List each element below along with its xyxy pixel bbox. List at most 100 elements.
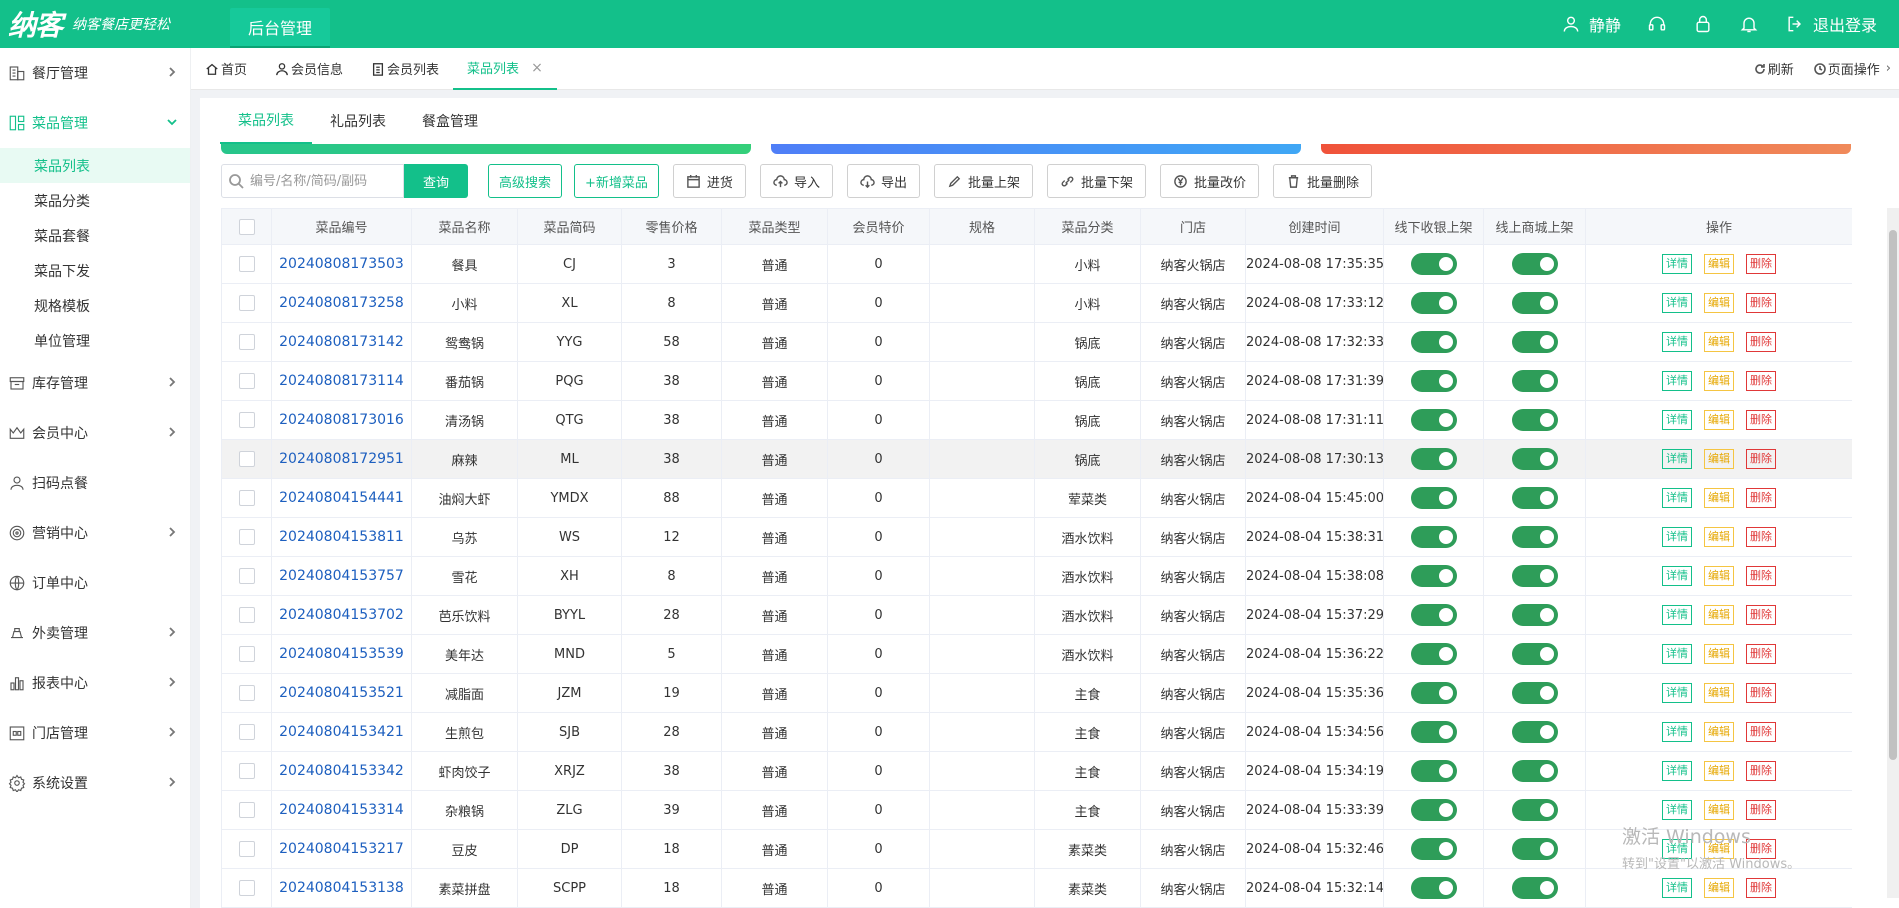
offline-shelf-toggle[interactable] <box>1410 526 1457 548</box>
online-shelf-toggle[interactable] <box>1511 877 1558 899</box>
offline-shelf-toggle[interactable] <box>1410 292 1457 314</box>
row-checkbox[interactable] <box>238 802 255 818</box>
delete-button[interactable]: 删除 <box>1746 527 1776 547</box>
delete-button[interactable]: 删除 <box>1746 410 1776 430</box>
select-all-checkbox[interactable] <box>238 218 255 235</box>
detail-button[interactable]: 详情 <box>1662 800 1692 820</box>
submenu-dish-distribute[interactable]: 菜品下发 <box>0 253 190 288</box>
offline-shelf-toggle[interactable] <box>1410 448 1457 470</box>
edit-button[interactable]: 编辑 <box>1704 605 1734 625</box>
scrollbar-thumb[interactable] <box>1889 230 1897 760</box>
offline-shelf-toggle[interactable] <box>1410 487 1457 509</box>
page-ops-button[interactable]: 页面操作 › <box>1813 59 1891 78</box>
delete-button[interactable]: 删除 <box>1746 566 1776 586</box>
table-row[interactable]: 20240808173258 小料 XL 8 普通 0 小料 纳客火锅店 2024-08-08 … <box>221 283 1852 323</box>
edit-button[interactable]: 编辑 <box>1704 800 1734 820</box>
subtab-gift-list[interactable]: 礼品列表 <box>312 98 404 144</box>
detail-button[interactable]: 详情 <box>1662 605 1692 625</box>
offline-shelf-toggle[interactable] <box>1410 721 1457 743</box>
detail-button[interactable]: 详情 <box>1662 722 1692 742</box>
cell-code[interactable]: 20240808173142 <box>271 322 412 362</box>
edit-button[interactable]: 编辑 <box>1704 722 1734 742</box>
table-row[interactable]: 20240804153314 杂粮锅 ZLG 39 普通 0 主食 纳客火锅店 2024-08-… <box>221 790 1852 830</box>
detail-button[interactable]: 详情 <box>1662 293 1692 313</box>
stock-in-button[interactable]: 进货 <box>672 164 746 198</box>
sidebar-item-inventory[interactable]: 库存管理 <box>0 358 190 408</box>
add-dish-button[interactable]: +新增菜品 <box>574 164 659 198</box>
offline-shelf-toggle[interactable] <box>1410 370 1457 392</box>
table-row[interactable]: 20240808173142 鸳鸯锅 YYG 58 普通 0 锅底 纳客火锅店 2024-08-… <box>221 322 1852 362</box>
submenu-unit-manage[interactable]: 单位管理 <box>0 323 190 358</box>
sidebar-item-settings[interactable]: 系统设置 <box>0 758 190 808</box>
cell-code[interactable]: 20240804153342 <box>271 751 412 791</box>
online-shelf-toggle[interactable] <box>1511 838 1558 860</box>
sidebar-item-orders[interactable]: 订单中心 <box>0 558 190 608</box>
offline-shelf-toggle[interactable] <box>1410 877 1457 899</box>
detail-button[interactable]: 详情 <box>1662 449 1692 469</box>
online-shelf-toggle[interactable] <box>1511 604 1558 626</box>
cell-code[interactable]: 20240808173016 <box>271 400 412 440</box>
row-checkbox[interactable] <box>238 373 255 389</box>
row-checkbox[interactable] <box>238 568 255 584</box>
detail-button[interactable]: 详情 <box>1662 683 1692 703</box>
edit-button[interactable]: 编辑 <box>1704 488 1734 508</box>
refresh-button[interactable]: 刷新 <box>1754 59 1794 78</box>
row-checkbox[interactable] <box>238 763 255 779</box>
tab-home[interactable]: 首页 <box>191 48 261 90</box>
detail-button[interactable]: 详情 <box>1662 878 1692 898</box>
delete-button[interactable]: 删除 <box>1746 254 1776 274</box>
offline-shelf-toggle[interactable] <box>1410 838 1457 860</box>
table-row[interactable]: 20240808173016 清汤锅 QTG 38 普通 0 锅底 纳客火锅店 2024-08-… <box>221 400 1852 440</box>
delete-button[interactable]: 删除 <box>1746 878 1776 898</box>
notification-button[interactable] <box>1739 14 1759 34</box>
row-checkbox[interactable] <box>238 724 255 740</box>
online-shelf-toggle[interactable] <box>1511 409 1558 431</box>
cell-code[interactable]: 20240804153217 <box>271 829 412 869</box>
delete-button[interactable]: 删除 <box>1746 332 1776 352</box>
detail-button[interactable]: 详情 <box>1662 761 1692 781</box>
cell-code[interactable]: 20240804154441 <box>271 478 412 518</box>
delete-button[interactable]: 删除 <box>1746 644 1776 664</box>
detail-button[interactable]: 详情 <box>1662 254 1692 274</box>
online-shelf-toggle[interactable] <box>1511 799 1558 821</box>
submenu-dish-set[interactable]: 菜品套餐 <box>0 218 190 253</box>
table-row[interactable]: 20240808173503 餐具 CJ 3 普通 0 小料 纳客火锅店 2024-08-08 … <box>221 244 1852 284</box>
row-checkbox[interactable] <box>238 334 255 350</box>
row-checkbox[interactable] <box>238 412 255 428</box>
online-shelf-toggle[interactable] <box>1511 487 1558 509</box>
edit-button[interactable]: 编辑 <box>1704 878 1734 898</box>
cell-code[interactable]: 20240804153314 <box>271 790 412 830</box>
cell-code[interactable]: 20240804153539 <box>271 634 412 674</box>
edit-button[interactable]: 编辑 <box>1704 293 1734 313</box>
edit-button[interactable]: 编辑 <box>1704 449 1734 469</box>
table-row[interactable]: 20240804153421 生煎包 SJB 28 普通 0 主食 纳客火锅店 2024-08-… <box>221 712 1852 752</box>
tab-dish-list[interactable]: 菜品列表 × <box>453 48 557 90</box>
cell-code[interactable]: 20240804153702 <box>271 595 412 635</box>
close-icon[interactable]: × <box>531 60 543 76</box>
detail-button[interactable]: 详情 <box>1662 488 1692 508</box>
offline-shelf-toggle[interactable] <box>1410 799 1457 821</box>
detail-button[interactable]: 详情 <box>1662 332 1692 352</box>
row-checkbox[interactable] <box>238 841 255 857</box>
batch-delete-button[interactable]: 批量删除 <box>1273 164 1373 198</box>
offline-shelf-toggle[interactable] <box>1410 253 1457 275</box>
sidebar-item-dishes[interactable]: 菜品管理 <box>0 98 190 148</box>
online-shelf-toggle[interactable] <box>1511 682 1558 704</box>
row-checkbox[interactable] <box>238 880 255 896</box>
delete-button[interactable]: 删除 <box>1746 488 1776 508</box>
subtab-box-manage[interactable]: 餐盒管理 <box>404 98 496 144</box>
cell-code[interactable]: 20240808172951 <box>271 439 412 479</box>
search-input[interactable] <box>248 172 398 190</box>
sidebar-item-takeout[interactable]: 外卖管理 <box>0 608 190 658</box>
edit-button[interactable]: 编辑 <box>1704 527 1734 547</box>
delete-button[interactable]: 删除 <box>1746 761 1776 781</box>
top-tab-backend[interactable]: 后台管理 <box>230 8 331 48</box>
sidebar-item-marketing[interactable]: 营销中心 <box>0 508 190 558</box>
subtab-dish-list[interactable]: 菜品列表 <box>220 98 312 144</box>
table-row[interactable]: 20240804153217 豆皮 DP 18 普通 0 素菜类 纳客火锅店 2024-08-0… <box>221 829 1852 869</box>
delete-button[interactable]: 删除 <box>1746 605 1776 625</box>
tab-member-info[interactable]: 会员信息 <box>261 48 357 90</box>
detail-button[interactable]: 详情 <box>1662 410 1692 430</box>
offline-shelf-toggle[interactable] <box>1410 409 1457 431</box>
sidebar-item-scan-order[interactable]: 扫码点餐 <box>0 458 190 508</box>
